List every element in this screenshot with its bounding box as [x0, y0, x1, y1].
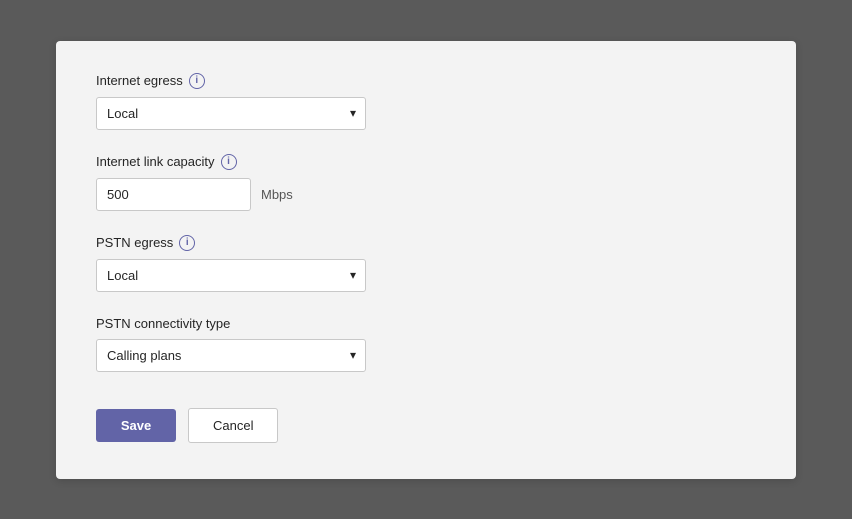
internet-egress-select[interactable]: Local Remote	[96, 97, 366, 130]
pstn-egress-label-row: PSTN egress i	[96, 235, 756, 251]
cancel-button[interactable]: Cancel	[188, 408, 278, 443]
internet-link-capacity-label: Internet link capacity	[96, 154, 215, 169]
pstn-egress-group: PSTN egress i Local Remote ▾	[96, 235, 756, 292]
internet-link-capacity-label-row: Internet link capacity i	[96, 154, 756, 170]
pstn-egress-select-wrapper: Local Remote ▾	[96, 259, 366, 292]
pstn-connectivity-group: PSTN connectivity type Calling plans Dir…	[96, 316, 756, 372]
internet-link-capacity-group: Internet link capacity i Mbps	[96, 154, 756, 211]
save-button[interactable]: Save	[96, 409, 176, 442]
pstn-connectivity-label: PSTN connectivity type	[96, 316, 230, 331]
pstn-egress-label: PSTN egress	[96, 235, 173, 250]
internet-link-capacity-input-row: Mbps	[96, 178, 756, 211]
settings-card: Internet egress i Local Remote ▾ Interne…	[56, 41, 796, 479]
internet-link-capacity-input[interactable]	[96, 178, 251, 211]
pstn-connectivity-label-row: PSTN connectivity type	[96, 316, 756, 331]
internet-egress-group: Internet egress i Local Remote ▾	[96, 73, 756, 130]
internet-link-capacity-unit: Mbps	[261, 187, 293, 202]
internet-egress-label: Internet egress	[96, 73, 183, 88]
pstn-egress-info-icon[interactable]: i	[179, 235, 195, 251]
pstn-egress-select[interactable]: Local Remote	[96, 259, 366, 292]
internet-link-capacity-info-icon[interactable]: i	[221, 154, 237, 170]
pstn-connectivity-select[interactable]: Calling plans Direct Routing Operator Co…	[96, 339, 366, 372]
internet-egress-label-row: Internet egress i	[96, 73, 756, 89]
internet-egress-select-wrapper: Local Remote ▾	[96, 97, 366, 130]
button-row: Save Cancel	[96, 408, 756, 443]
internet-egress-info-icon[interactable]: i	[189, 73, 205, 89]
pstn-connectivity-select-wrapper: Calling plans Direct Routing Operator Co…	[96, 339, 366, 372]
